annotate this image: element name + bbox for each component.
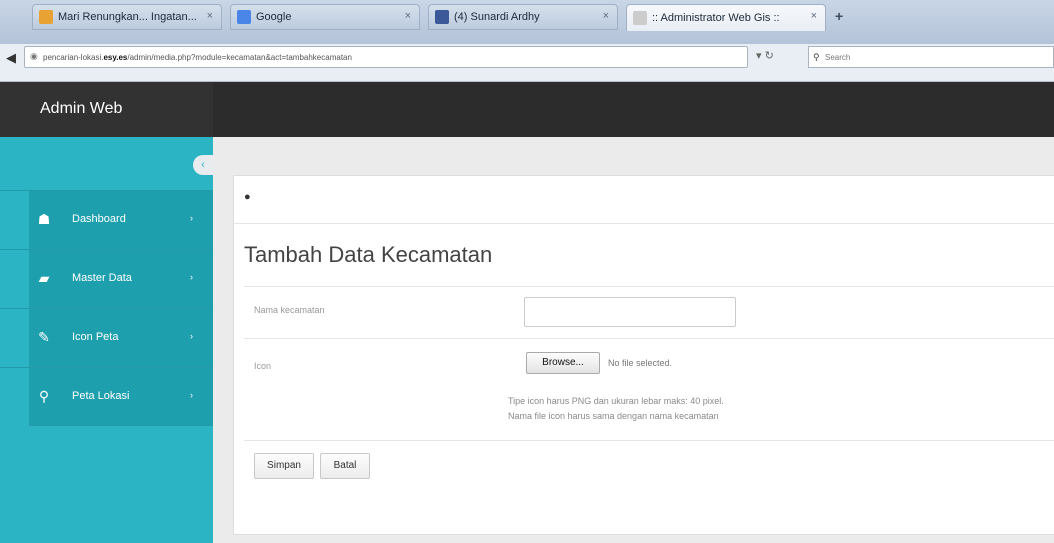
- form-row-nama: Nama kecamatan: [244, 286, 1054, 338]
- tab-favicon-icon: [633, 11, 647, 25]
- browser-nav-bar: ◀ pencarian-lokasi.esy.es/admin/media.ph…: [0, 44, 1054, 82]
- url-prefix: pencarian-lokasi.: [43, 53, 104, 62]
- sidebar-item-label: Dashboard: [72, 213, 126, 225]
- icon-label: Icon: [254, 361, 272, 371]
- browse-button[interactable]: Browse...: [526, 352, 600, 374]
- browser-tab-4-active[interactable]: :: Administrator Web Gis :: ×: [626, 4, 826, 31]
- search-icon: ⚲: [813, 52, 820, 62]
- url-path: /admin/media.php?module=kecamatan&act=ta…: [127, 53, 352, 62]
- url-host: esy.es: [103, 53, 128, 62]
- tab-favicon-icon: [237, 10, 251, 24]
- sidebar-item-icon-cell: [0, 309, 29, 367]
- breadcrumb: ●: [234, 176, 1054, 224]
- sidebar-menu: ☗ Dashboard › ▰ Master Data › ✎ Icon Pet…: [0, 190, 213, 426]
- browser-tab-bar: Mari Renungkan... Ingatan... × Google × …: [0, 0, 1054, 44]
- tab-label: Mari Renungkan... Ingatan...: [58, 11, 197, 23]
- dashboard-icon: ☗: [37, 211, 51, 227]
- tab-close-icon[interactable]: ×: [207, 10, 213, 22]
- sidebar-item-icon-peta[interactable]: ✎ Icon Peta ›: [0, 308, 213, 367]
- browser-tab-3[interactable]: (4) Sunardi Ardhy ×: [428, 4, 618, 30]
- sidebar-item-label: Icon Peta: [72, 331, 119, 343]
- reload-icon[interactable]: ▾ ↻: [756, 49, 774, 62]
- sidebar: ‹ ☗ Dashboard › ▰ Master Data › ✎ Icon P…: [0, 137, 213, 543]
- chevron-right-icon: ›: [190, 390, 193, 400]
- file-status-text: No file selected.: [608, 358, 673, 368]
- site-identity-icon[interactable]: ◉: [30, 51, 38, 62]
- sidebar-item-icon-cell: [0, 250, 29, 308]
- tab-favicon-icon: [435, 10, 449, 24]
- book-icon: ▰: [38, 270, 50, 286]
- browser-tab-2[interactable]: Google ×: [230, 4, 420, 30]
- sidebar-item-master-data[interactable]: ▰ Master Data ›: [0, 249, 213, 308]
- form-row-icon: Icon Browse... No file selected. Tipe ic…: [244, 338, 1054, 440]
- tab-label: :: Administrator Web Gis ::: [652, 12, 780, 24]
- home-icon[interactable]: ●: [244, 191, 251, 203]
- app-header: Admin Web: [0, 82, 1054, 137]
- brand-title[interactable]: Admin Web: [0, 82, 213, 137]
- pencil-icon: ✎: [38, 329, 50, 345]
- sidebar-item-label: Peta Lokasi: [72, 390, 130, 402]
- form-card: ● Tambah Data Kecamatan Nama kecamatan I…: [233, 175, 1054, 535]
- search-placeholder: Search: [825, 53, 851, 62]
- sidebar-collapse-button[interactable]: ‹: [193, 155, 213, 175]
- url-bar[interactable]: pencarian-lokasi.esy.es/admin/media.php?…: [24, 46, 748, 68]
- sidebar-item-icon-cell: [0, 368, 29, 426]
- main-content: ● Tambah Data Kecamatan Nama kecamatan I…: [213, 137, 1054, 543]
- cancel-button[interactable]: Batal: [320, 453, 370, 479]
- chevron-right-icon: ›: [190, 272, 193, 282]
- search-input[interactable]: ⚲ Search: [808, 46, 1054, 68]
- save-button[interactable]: Simpan: [254, 453, 314, 479]
- browser-tab-1[interactable]: Mari Renungkan... Ingatan... ×: [32, 4, 222, 30]
- sidebar-item-dashboard[interactable]: ☗ Dashboard ›: [0, 190, 213, 249]
- tab-close-icon[interactable]: ×: [811, 10, 817, 22]
- tab-label: Google: [256, 11, 292, 23]
- form-actions: Simpan Batal: [244, 440, 1054, 490]
- sidebar-item-icon-cell: [0, 191, 29, 249]
- tab-close-icon[interactable]: ×: [603, 10, 609, 22]
- sidebar-item-label: Master Data: [72, 272, 132, 284]
- tab-label: (4) Sunardi Ardhy: [454, 11, 540, 23]
- new-tab-button[interactable]: +: [835, 8, 843, 24]
- icon-help-text-1: Tipe icon harus PNG dan ukuran lebar mak…: [508, 396, 724, 406]
- chevron-right-icon: ›: [190, 213, 193, 223]
- chevron-right-icon: ›: [190, 331, 193, 341]
- nama-kecamatan-input[interactable]: [524, 297, 736, 327]
- icon-help-text-2: Nama file icon harus sama dengan nama ke…: [508, 411, 719, 421]
- tab-close-icon[interactable]: ×: [405, 10, 411, 22]
- nama-kecamatan-label: Nama kecamatan: [254, 305, 325, 315]
- page-title: Tambah Data Kecamatan: [244, 242, 493, 267]
- tab-favicon-icon: [39, 10, 53, 24]
- sidebar-item-peta-lokasi[interactable]: ⚲ Peta Lokasi ›: [0, 367, 213, 426]
- map-marker-icon: ⚲: [38, 388, 50, 404]
- back-arrow-icon[interactable]: ◀: [6, 50, 22, 66]
